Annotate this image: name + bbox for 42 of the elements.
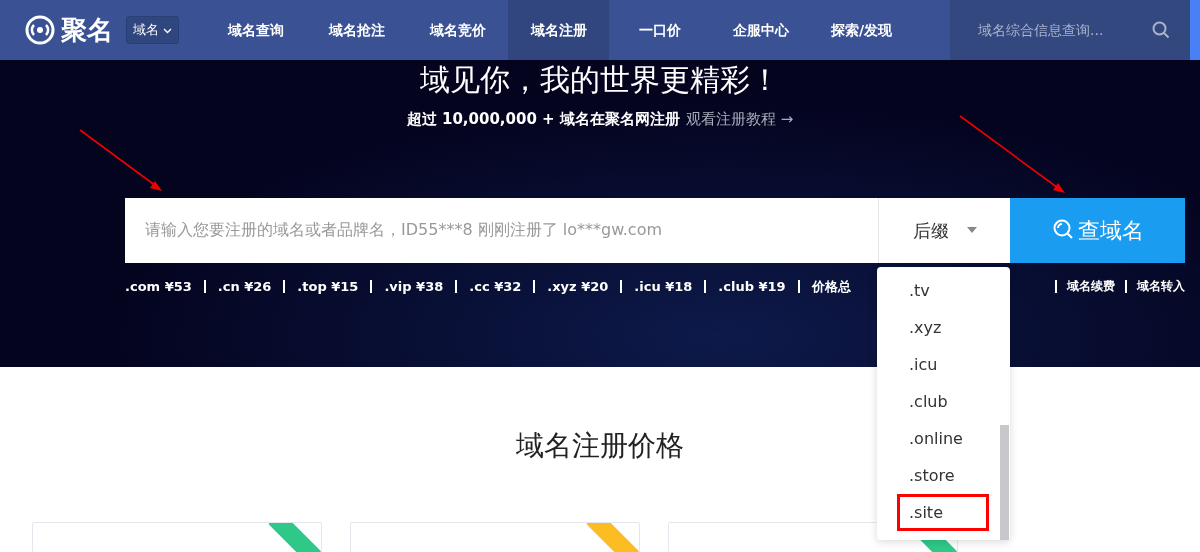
quick-link[interactable]: 域名转入 (1137, 277, 1185, 296)
quick-link[interactable]: .club ¥19 (718, 276, 786, 296)
search-icon[interactable] (1152, 21, 1170, 39)
nav-tab[interactable]: 域名查询 (205, 0, 307, 60)
logo-icon (25, 15, 55, 45)
dropdown-option[interactable]: .site (897, 494, 989, 531)
scope-select[interactable]: 域名 (126, 16, 180, 44)
dropdown-option[interactable]: .xyz (877, 309, 987, 346)
side-panel-tab[interactable] (1190, 0, 1200, 60)
nav-tab[interactable]: 域名竞价 (407, 0, 509, 60)
quick-link[interactable]: 域名续费 (1067, 277, 1115, 296)
quick-link[interactable]: .icu ¥18 (634, 276, 693, 296)
quick-link[interactable]: .cn ¥26 (217, 276, 272, 296)
logo-text[interactable]: 聚名 (61, 10, 113, 50)
chevron-icon (163, 27, 173, 34)
header-search-field[interactable]: 域名综合信息查询... (950, 0, 1190, 60)
domain-search-field[interactable]: 请输入您要注册的域名或者品牌名，ID55***8 刚刚注册了 lo***gw.com (125, 197, 878, 263)
quick-link[interactable]: .cc ¥32 (469, 276, 522, 296)
nav-tab[interactable]: 企服中心 (710, 0, 812, 60)
nav-tab[interactable]: 探索/发现 (811, 0, 913, 60)
dropdown-option[interactable]: .store (877, 457, 987, 494)
quick-link[interactable]: .vip ¥38 (384, 276, 444, 296)
section-title: 域名注册价格 (516, 428, 684, 464)
quick-link[interactable]: 价格总 (811, 276, 851, 296)
dropdown-option[interactable]: .online (877, 420, 987, 457)
suffix-select[interactable]: 后缀 (878, 197, 1010, 263)
quick-link[interactable]: .top ¥15 (297, 276, 359, 296)
dropdown-option[interactable]: .tv (877, 272, 987, 309)
tutorial-link[interactable]: 观看注册教程 → (685, 110, 794, 128)
quick-link[interactable]: .com ¥53 (125, 276, 192, 296)
search-icon (1051, 219, 1074, 241)
scrollbar-thumb[interactable] (1000, 425, 1009, 540)
caret-icon (966, 227, 977, 233)
dropdown-option[interactable]: .icu (877, 346, 987, 383)
nav-tab[interactable]: 域名注册 (508, 0, 610, 60)
nav-tab[interactable]: 域名抢注 (306, 0, 408, 60)
hero-subtitle: 超过 10,000,000 + 域名在聚名网注册 (406, 110, 680, 128)
nav-tab[interactable]: 一口价 (609, 0, 711, 60)
dropdown-option[interactable]: .club (877, 383, 987, 420)
hero-title: 域见你，我的世界更精彩！ (420, 62, 780, 98)
quick-link[interactable]: .xyz ¥20 (547, 276, 609, 296)
search-field[interactable]: 域名综合信息查询... (976, 18, 1146, 42)
